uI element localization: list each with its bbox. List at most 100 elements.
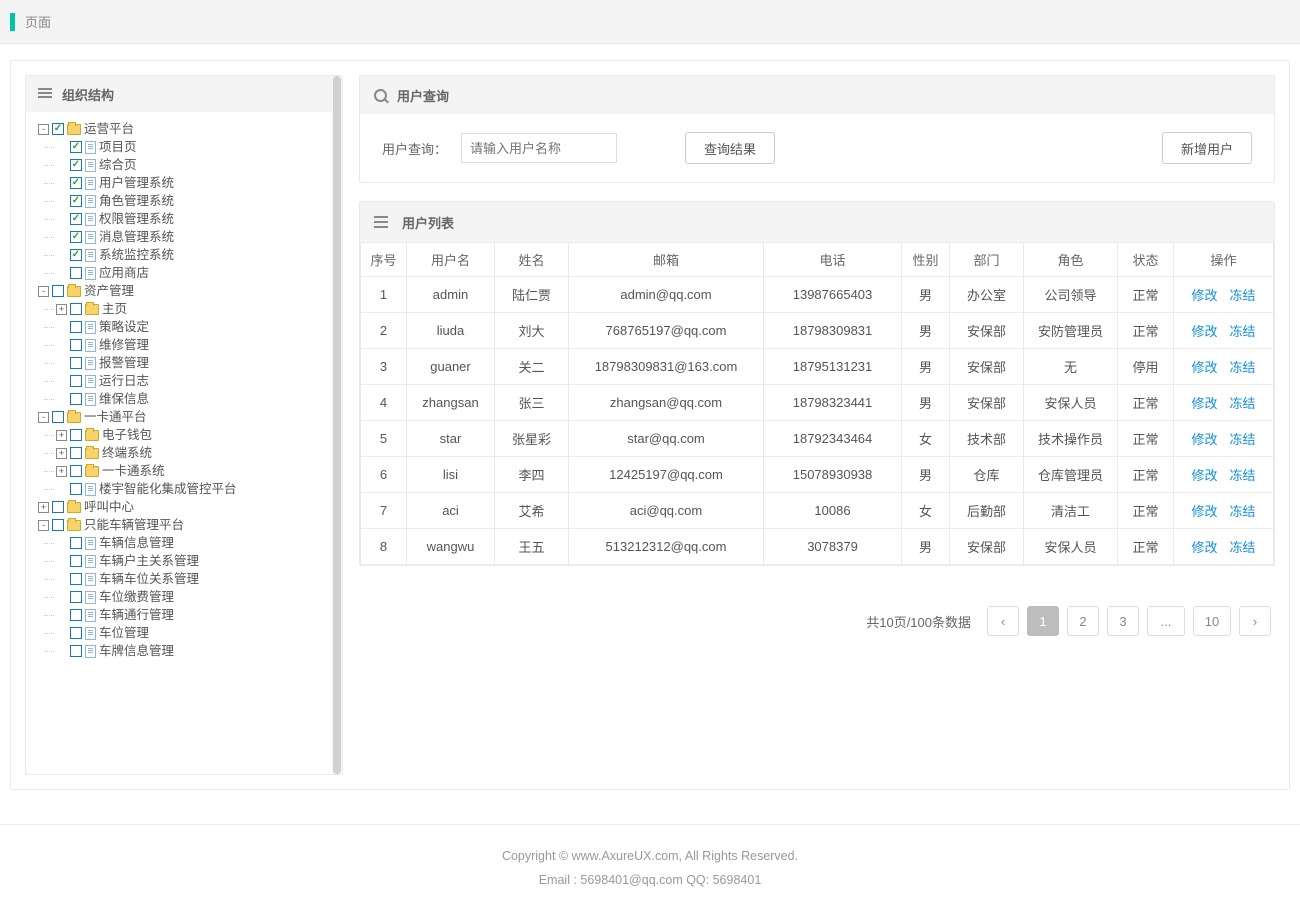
tree-item-label[interactable]: 应用商店 bbox=[99, 264, 149, 282]
tree-item-label[interactable]: 楼宇智能化集成管控平台 bbox=[99, 480, 237, 498]
tree-item-label[interactable]: 报警管理 bbox=[99, 354, 149, 372]
tree-checkbox[interactable] bbox=[70, 447, 82, 459]
tree-checkbox[interactable] bbox=[52, 501, 64, 513]
tree-checkbox[interactable] bbox=[70, 231, 82, 243]
tree-checkbox[interactable] bbox=[70, 357, 82, 369]
pager-prev[interactable]: ‹ bbox=[987, 606, 1019, 636]
tree-item-label[interactable]: 呼叫中心 bbox=[84, 498, 134, 516]
freeze-link[interactable]: 冻结 bbox=[1230, 432, 1256, 447]
tree-item-label[interactable]: 车辆信息管理 bbox=[99, 534, 174, 552]
freeze-link[interactable]: 冻结 bbox=[1230, 324, 1256, 339]
tree-checkbox[interactable] bbox=[70, 159, 82, 171]
scrollbar-thumb[interactable] bbox=[333, 76, 341, 774]
tree-item-label[interactable]: 运行日志 bbox=[99, 372, 149, 390]
tree-checkbox[interactable] bbox=[52, 519, 64, 531]
tree-checkbox[interactable] bbox=[70, 591, 82, 603]
tree-item-label[interactable]: 终端系统 bbox=[102, 444, 152, 462]
tree-toggler[interactable]: + bbox=[38, 502, 49, 513]
tree-checkbox[interactable] bbox=[70, 141, 82, 153]
tree-item-label[interactable]: 策略设定 bbox=[99, 318, 149, 336]
tree-item-label[interactable]: 权限管理系统 bbox=[99, 210, 174, 228]
edit-link[interactable]: 修改 bbox=[1191, 288, 1217, 303]
pager-page[interactable]: 3 bbox=[1107, 606, 1139, 636]
tree-toggler[interactable]: + bbox=[56, 448, 67, 459]
freeze-link[interactable]: 冻结 bbox=[1230, 540, 1256, 555]
pager-page[interactable]: 1 bbox=[1027, 606, 1059, 636]
tree-toggler[interactable]: + bbox=[56, 304, 67, 315]
tree-checkbox[interactable] bbox=[52, 411, 64, 423]
edit-link[interactable]: 修改 bbox=[1191, 540, 1217, 555]
freeze-link[interactable]: 冻结 bbox=[1230, 468, 1256, 483]
tree-item-label[interactable]: 车位缴费管理 bbox=[99, 588, 174, 606]
tree-item-label[interactable]: 电子钱包 bbox=[102, 426, 152, 444]
tree-item-label[interactable]: 运营平台 bbox=[84, 120, 134, 138]
freeze-link[interactable]: 冻结 bbox=[1230, 288, 1256, 303]
tree-item-label[interactable]: 一卡通平台 bbox=[84, 408, 147, 426]
tree-item-label[interactable]: 车辆车位关系管理 bbox=[99, 570, 199, 588]
freeze-link[interactable]: 冻结 bbox=[1230, 396, 1256, 411]
file-icon bbox=[85, 177, 96, 190]
tree-item-label[interactable]: 车辆户主关系管理 bbox=[99, 552, 199, 570]
tree-item-label[interactable]: 用户管理系统 bbox=[99, 174, 174, 192]
edit-link[interactable]: 修改 bbox=[1191, 360, 1217, 375]
tree-toggler[interactable]: - bbox=[38, 124, 49, 135]
tree-item-label[interactable]: 项目页 bbox=[99, 138, 137, 156]
edit-link[interactable]: 修改 bbox=[1191, 504, 1217, 519]
pager-page[interactable]: 2 bbox=[1067, 606, 1099, 636]
tree-item-label[interactable]: 角色管理系统 bbox=[99, 192, 174, 210]
search-input[interactable] bbox=[461, 133, 617, 163]
freeze-link[interactable]: 冻结 bbox=[1230, 504, 1256, 519]
tree-toggler[interactable]: - bbox=[38, 286, 49, 297]
tree-toggler[interactable]: - bbox=[38, 520, 49, 531]
scrollbar[interactable] bbox=[332, 76, 342, 774]
tree-checkbox[interactable] bbox=[70, 249, 82, 261]
tree-checkbox[interactable] bbox=[70, 429, 82, 441]
tree-item-label[interactable]: 系统监控系统 bbox=[99, 246, 174, 264]
edit-link[interactable]: 修改 bbox=[1191, 396, 1217, 411]
add-user-button[interactable]: 新增用户 bbox=[1162, 132, 1252, 164]
tree-item-label[interactable]: 资产管理 bbox=[84, 282, 134, 300]
tree-checkbox[interactable] bbox=[70, 339, 82, 351]
tree-checkbox[interactable] bbox=[70, 645, 82, 657]
tree-item-label[interactable]: 维修管理 bbox=[99, 336, 149, 354]
tree-checkbox[interactable] bbox=[52, 123, 64, 135]
tree-checkbox[interactable] bbox=[70, 303, 82, 315]
query-button[interactable]: 查询结果 bbox=[685, 132, 775, 164]
tree-checkbox[interactable] bbox=[70, 321, 82, 333]
tree-checkbox[interactable] bbox=[52, 285, 64, 297]
tree-toggler[interactable]: + bbox=[56, 466, 67, 477]
tree-checkbox[interactable] bbox=[70, 267, 82, 279]
edit-link[interactable]: 修改 bbox=[1191, 324, 1217, 339]
tree-item-label[interactable]: 车牌信息管理 bbox=[99, 642, 174, 660]
tree-checkbox[interactable] bbox=[70, 195, 82, 207]
tree-item-label[interactable]: 综合页 bbox=[99, 156, 137, 174]
tree-checkbox[interactable] bbox=[70, 627, 82, 639]
tree-checkbox[interactable] bbox=[70, 609, 82, 621]
tree-item-label[interactable]: 一卡通系统 bbox=[102, 462, 165, 480]
tree-checkbox[interactable] bbox=[70, 393, 82, 405]
tree-checkbox[interactable] bbox=[70, 537, 82, 549]
table-row: 4zhangsan张三zhangsan@qq.com18798323441男安保… bbox=[361, 385, 1274, 421]
freeze-link[interactable]: 冻结 bbox=[1230, 360, 1256, 375]
pager-next[interactable]: › bbox=[1239, 606, 1271, 636]
org-tree[interactable]: - 运营平台项目页综合页用户管理系统角色管理系统权限管理系统消息管理系统系统监控系… bbox=[32, 120, 336, 660]
tree-checkbox[interactable] bbox=[70, 177, 82, 189]
pager-page[interactable]: 10 bbox=[1193, 606, 1231, 636]
tree-checkbox[interactable] bbox=[70, 465, 82, 477]
tree-toggler[interactable]: - bbox=[38, 412, 49, 423]
tree-item-label[interactable]: 主页 bbox=[102, 300, 127, 318]
tree-item-label[interactable]: 维保信息 bbox=[99, 390, 149, 408]
tree-item-label[interactable]: 车位管理 bbox=[99, 624, 149, 642]
tree-toggler[interactable]: + bbox=[56, 430, 67, 441]
tree-item-label[interactable]: 只能车辆管理平台 bbox=[84, 516, 184, 534]
tree-checkbox[interactable] bbox=[70, 483, 82, 495]
tree-item-label[interactable]: 车辆通行管理 bbox=[99, 606, 174, 624]
tree-checkbox[interactable] bbox=[70, 375, 82, 387]
tree-checkbox[interactable] bbox=[70, 573, 82, 585]
tree-checkbox[interactable] bbox=[70, 213, 82, 225]
edit-link[interactable]: 修改 bbox=[1191, 432, 1217, 447]
edit-link[interactable]: 修改 bbox=[1191, 468, 1217, 483]
pager-page[interactable]: ... bbox=[1147, 606, 1185, 636]
tree-item-label[interactable]: 消息管理系统 bbox=[99, 228, 174, 246]
tree-checkbox[interactable] bbox=[70, 555, 82, 567]
